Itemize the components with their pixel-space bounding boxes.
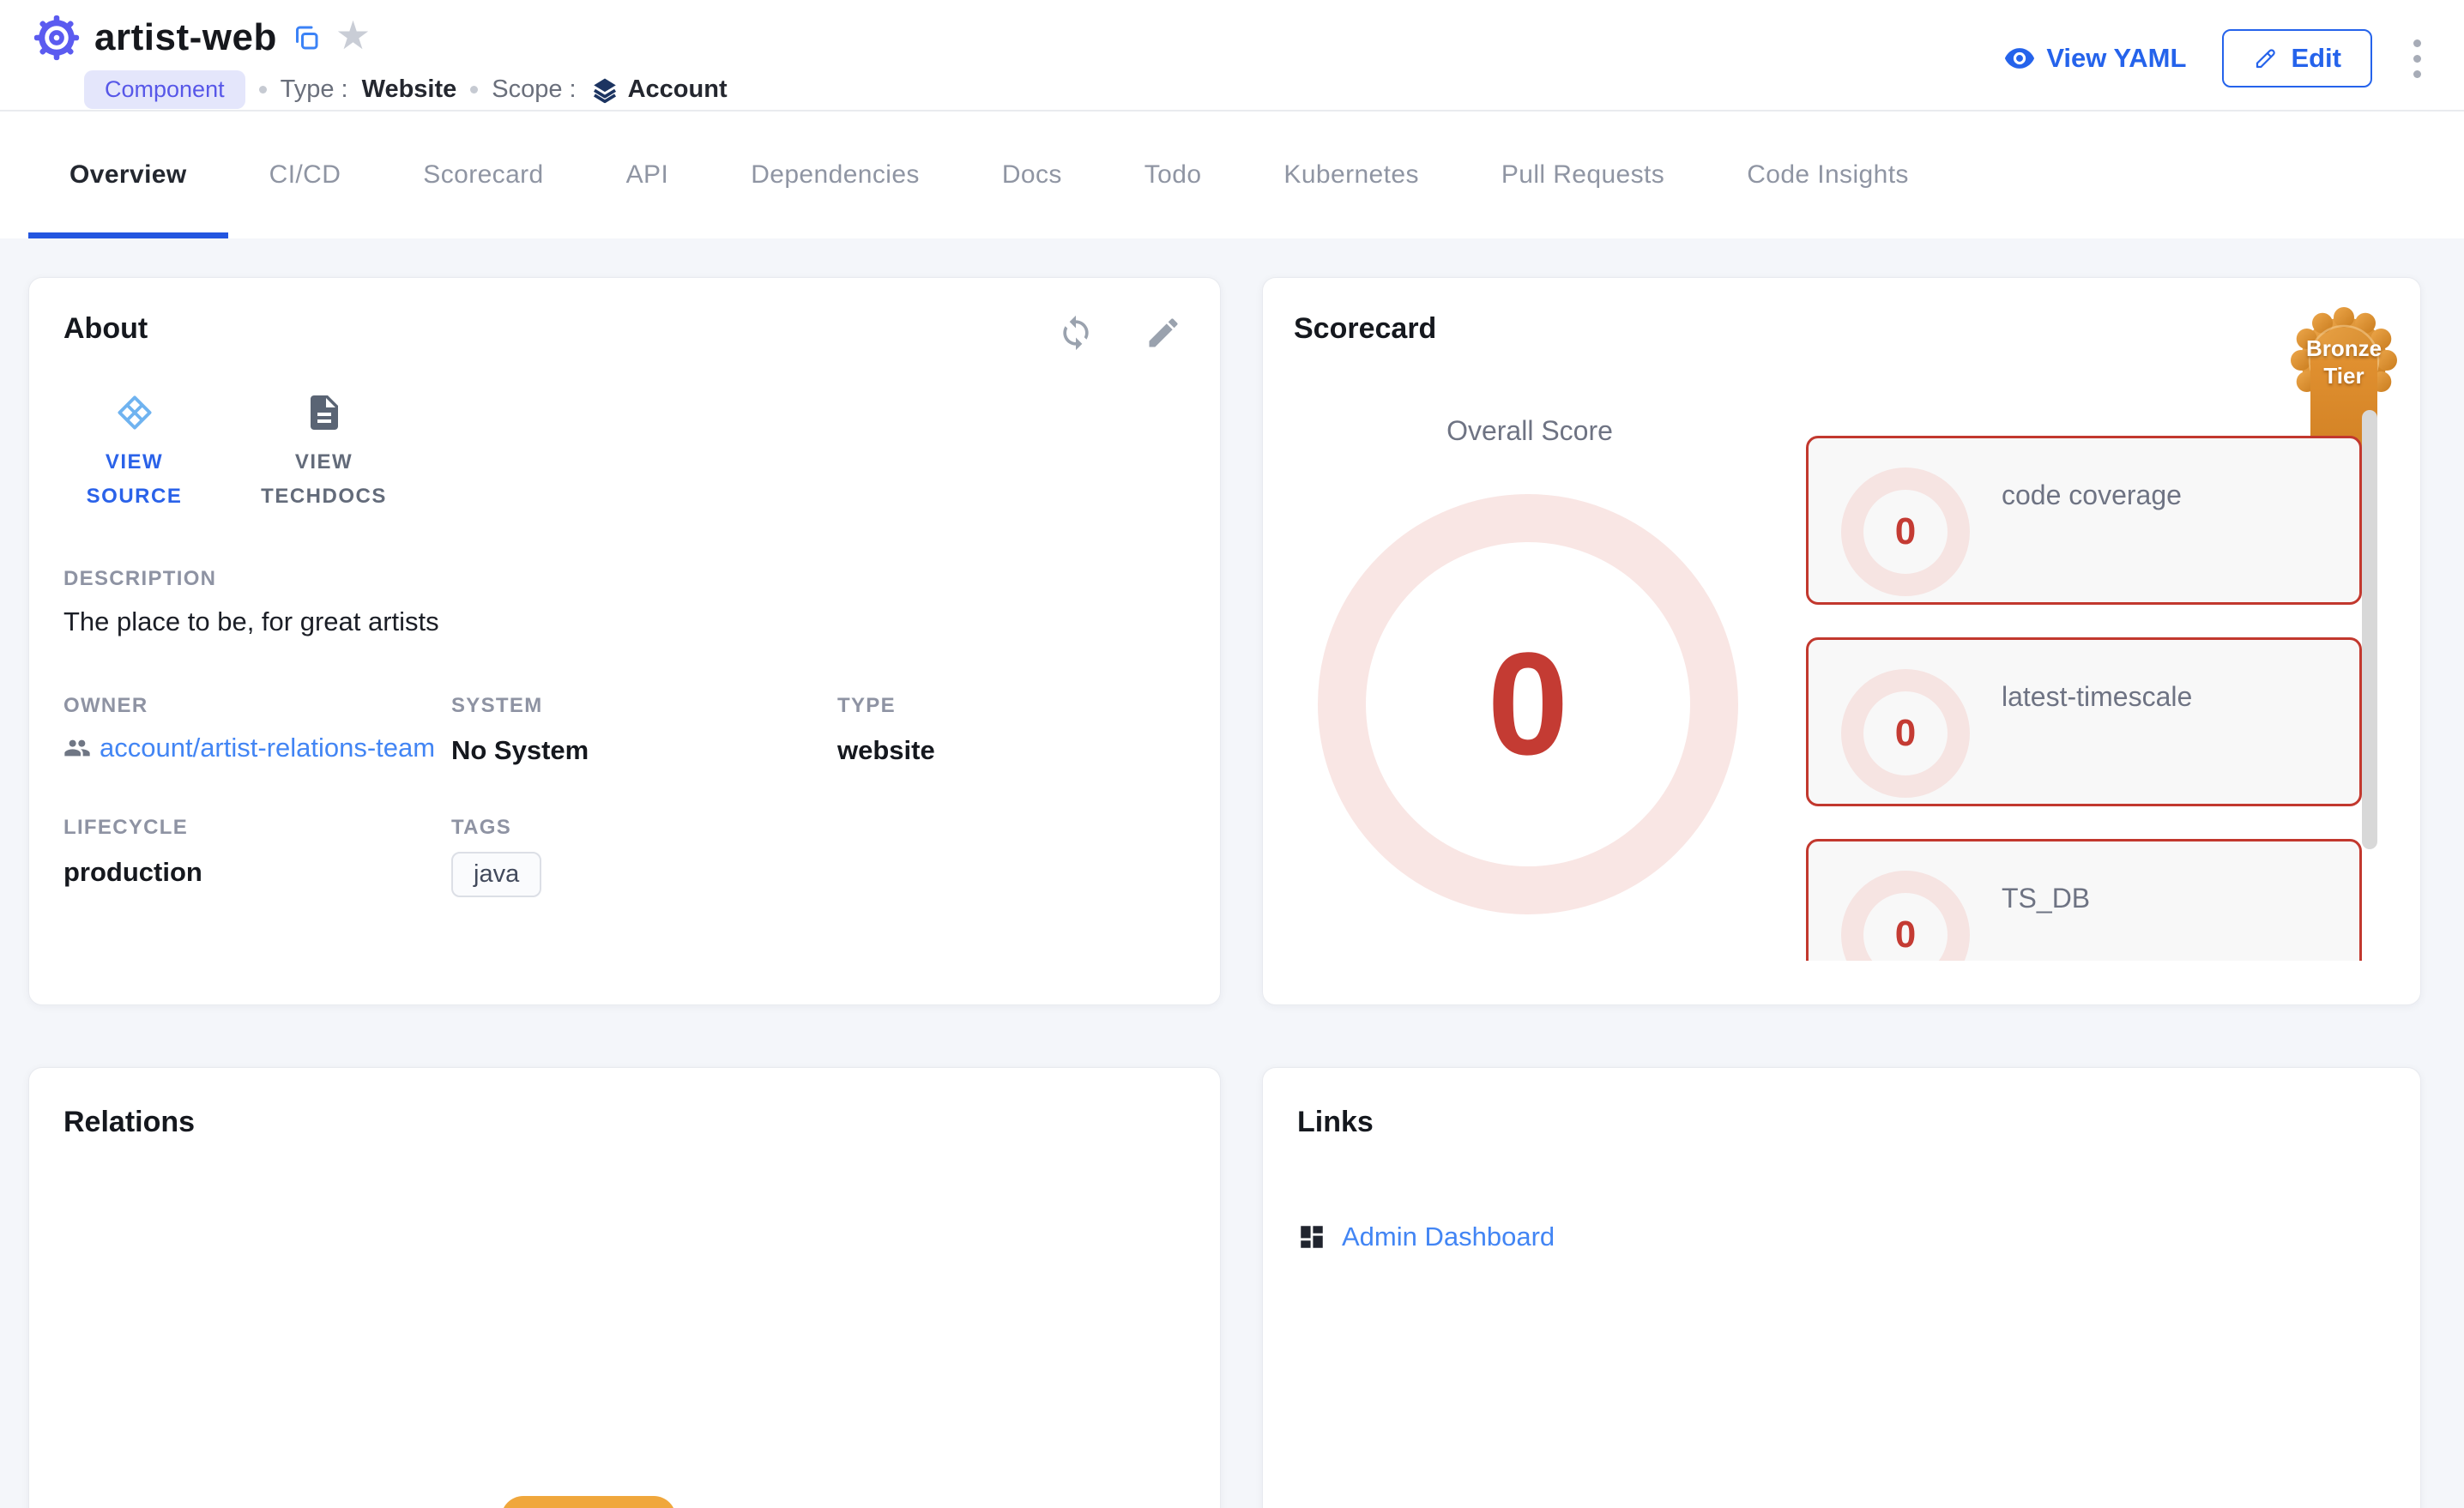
kind-chip[interactable]: Component bbox=[84, 70, 245, 109]
page-header: artist-web ★ Component Type : Website Sc… bbox=[0, 0, 2464, 112]
score-item-value: 0 bbox=[1895, 712, 1916, 755]
about-card-title: About bbox=[63, 312, 1186, 346]
type-field-value: website bbox=[837, 735, 1186, 766]
score-item-label: TS_DB bbox=[2002, 883, 2090, 914]
edit-button[interactable]: Edit bbox=[2222, 29, 2372, 87]
badge-tier-text: Bronze Tier bbox=[2280, 335, 2408, 389]
scope-label: Scope : bbox=[492, 75, 576, 104]
scope-value: Account bbox=[628, 75, 728, 104]
tags-field: TAGS java bbox=[451, 816, 837, 897]
description-value: The place to be, for great artists bbox=[63, 606, 1186, 637]
entity-tabbar: Overview CI/CD Scorecard API Dependencie… bbox=[0, 112, 2464, 238]
view-source-label: VIEW SOURCE bbox=[63, 445, 205, 514]
dot-separator bbox=[259, 86, 267, 93]
owner-label: OWNER bbox=[63, 694, 451, 718]
lifecycle-label: LIFECYCLE bbox=[63, 816, 451, 840]
overall-score-gauge: 0 bbox=[1318, 494, 1738, 914]
score-item-label: latest-timescale bbox=[2002, 681, 2192, 713]
tab-scorecard[interactable]: Scorecard bbox=[382, 112, 584, 238]
dashboard-icon bbox=[1297, 1222, 1326, 1252]
view-yaml-label: View YAML bbox=[2046, 43, 2186, 74]
type-field: TYPE website bbox=[837, 694, 1186, 766]
favorite-star-icon[interactable]: ★ bbox=[335, 15, 371, 55]
system-field: SYSTEM No System bbox=[451, 694, 837, 766]
edit-button-label: Edit bbox=[2291, 43, 2341, 74]
score-item-label: code coverage bbox=[2002, 480, 2182, 511]
about-card: About bbox=[28, 277, 1221, 1005]
admin-dashboard-link[interactable]: Admin Dashboard bbox=[1342, 1221, 1555, 1252]
edit-about-pencil-icon[interactable] bbox=[1144, 314, 1182, 352]
system-value: No System bbox=[451, 735, 837, 766]
page-title: artist-web bbox=[94, 16, 277, 59]
overall-score-label: Overall Score bbox=[1294, 415, 1766, 447]
tab-code-insights[interactable]: Code Insights bbox=[1706, 112, 1950, 238]
type-value: Website bbox=[362, 75, 457, 104]
score-item-code-coverage[interactable]: 0 code coverage bbox=[1806, 436, 2362, 605]
score-item-gauge: 0 bbox=[1841, 467, 1970, 596]
view-techdocs-link[interactable]: VIEW TECHDOCS bbox=[253, 392, 395, 514]
tab-pull-requests[interactable]: Pull Requests bbox=[1460, 112, 1706, 238]
scorecard-scrollbar[interactable] bbox=[2362, 410, 2377, 849]
refresh-icon[interactable] bbox=[1057, 314, 1095, 352]
tab-api[interactable]: API bbox=[585, 112, 710, 238]
type-field-label: TYPE bbox=[837, 694, 1186, 718]
lifecycle-field: LIFECYCLE production bbox=[63, 816, 451, 897]
more-options-kebab-icon[interactable] bbox=[2408, 34, 2426, 83]
entity-meta-row: Component Type : Website Scope : Account bbox=[84, 70, 728, 109]
scorecard-items-list[interactable]: 0 code coverage 0 latest-timescale 0 TS_… bbox=[1806, 436, 2362, 961]
tab-kubernetes[interactable]: Kubernetes bbox=[1242, 112, 1459, 238]
group-icon bbox=[63, 734, 91, 762]
link-row: Admin Dashboard bbox=[1297, 1221, 2386, 1252]
links-card-title: Links bbox=[1297, 1106, 2386, 1139]
overall-score-value: 0 bbox=[1488, 620, 1569, 788]
tag-chip-java[interactable]: java bbox=[451, 852, 541, 897]
dot-separator bbox=[470, 86, 478, 93]
score-item-gauge: 0 bbox=[1841, 871, 1970, 961]
copy-entity-name-icon[interactable] bbox=[291, 22, 322, 53]
layers-icon bbox=[590, 75, 619, 105]
relations-card: Relations bbox=[28, 1067, 1221, 1508]
type-label: Type : bbox=[281, 75, 348, 104]
system-label: SYSTEM bbox=[451, 694, 837, 718]
relations-graph-node[interactable] bbox=[501, 1496, 676, 1508]
component-gear-icon bbox=[33, 14, 81, 62]
scorecard-card-title: Scorecard bbox=[1294, 312, 2389, 346]
tab-dependencies[interactable]: Dependencies bbox=[710, 112, 961, 238]
score-item-value: 0 bbox=[1895, 510, 1916, 553]
tab-todo[interactable]: Todo bbox=[1103, 112, 1243, 238]
owner-field: OWNER account/artist-relations-team bbox=[63, 694, 451, 766]
view-techdocs-label: VIEW TECHDOCS bbox=[253, 445, 395, 514]
tab-overview[interactable]: Overview bbox=[28, 112, 228, 238]
relations-card-title: Relations bbox=[63, 1106, 1186, 1139]
eye-icon bbox=[2003, 42, 2036, 75]
score-item-latest-timescale[interactable]: 0 latest-timescale bbox=[1806, 637, 2362, 806]
view-source-link[interactable]: VIEW SOURCE bbox=[63, 392, 205, 514]
techdocs-document-icon bbox=[304, 392, 345, 433]
description-label: DESCRIPTION bbox=[63, 567, 1186, 591]
tab-cicd[interactable]: CI/CD bbox=[228, 112, 383, 238]
lifecycle-value: production bbox=[63, 857, 451, 888]
tags-label: TAGS bbox=[451, 816, 837, 840]
score-item-value: 0 bbox=[1895, 914, 1916, 956]
pencil-icon bbox=[2253, 45, 2279, 71]
links-card: Links Admin Dashboard bbox=[1262, 1067, 2421, 1508]
source-diamond-icon bbox=[114, 392, 155, 433]
score-item-ts-db[interactable]: 0 TS_DB bbox=[1806, 839, 2362, 961]
view-yaml-button[interactable]: View YAML bbox=[2003, 42, 2186, 75]
tab-docs[interactable]: Docs bbox=[961, 112, 1103, 238]
header-entity-block: artist-web ★ Component Type : Website Sc… bbox=[33, 14, 728, 109]
score-item-gauge: 0 bbox=[1841, 669, 1970, 798]
scorecard-card: Scorecard bbox=[1262, 277, 2421, 1005]
owner-entity-link[interactable]: account/artist-relations-team bbox=[100, 730, 435, 766]
